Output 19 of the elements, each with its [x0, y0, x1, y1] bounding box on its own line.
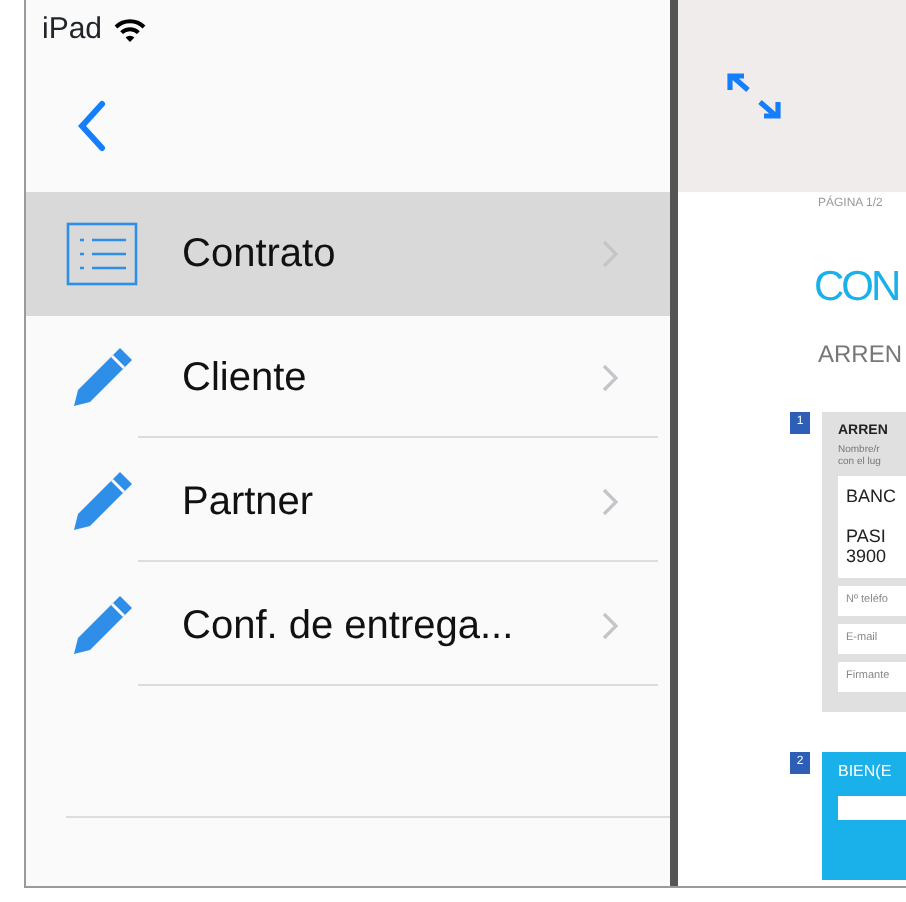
expand-icon[interactable] — [726, 72, 782, 120]
menu-item[interactable]: Cliente — [26, 316, 670, 440]
document-title: CON — [814, 266, 901, 308]
address-line: BANC — [846, 485, 898, 506]
wifi-icon — [114, 18, 147, 42]
chevron-icon — [602, 363, 618, 391]
chevron-icon — [602, 487, 618, 515]
address-line: 3900 — [846, 546, 889, 568]
input-field[interactable] — [838, 795, 906, 820]
section-heading: BIEN(E — [838, 759, 894, 784]
device-name: iPad — [42, 9, 103, 50]
menu-item[interactable]: Conf. de entrega... — [26, 564, 670, 688]
chevron-icon — [602, 611, 618, 639]
back-icon[interactable] — [78, 100, 106, 152]
menu-item[interactable]: Partner — [26, 440, 670, 564]
list-icon — [66, 218, 138, 290]
document-subtitle: ARREN — [818, 338, 905, 372]
menu-item[interactable]: Contrato — [26, 192, 670, 316]
address-line: PASI — [846, 525, 888, 547]
